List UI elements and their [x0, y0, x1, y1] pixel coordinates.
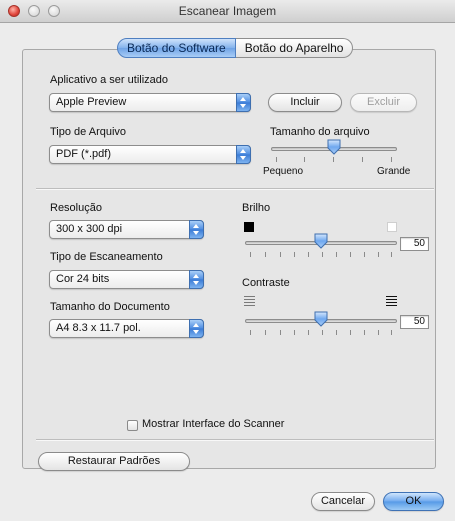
tab-bar: Botão do Software Botão do Aparelho	[117, 38, 354, 58]
tab-software-button[interactable]: Botão do Software	[117, 38, 236, 58]
popup-arrows-icon	[189, 270, 204, 289]
contrast-low-icon	[244, 296, 255, 306]
document-size-label: Tamanho do Documento	[50, 301, 170, 313]
brightness-dark-icon	[244, 222, 254, 232]
contrast-slider-ticks	[245, 330, 397, 335]
popup-arrows-icon	[189, 220, 204, 239]
file-size-max-label: Grande	[377, 166, 411, 177]
brightness-slider-ticks	[245, 252, 397, 257]
section-divider	[36, 439, 434, 441]
brightness-slider-knob[interactable]	[314, 233, 328, 249]
application-select-value: Apple Preview	[56, 96, 127, 108]
file-size-slider-ticks	[271, 157, 397, 162]
brightness-label: Brilho	[242, 202, 271, 214]
resolution-label: Resolução	[50, 202, 102, 214]
file-size-min-label: Pequeno	[263, 166, 304, 177]
resolution-select-value: 300 x 300 dpi	[56, 223, 123, 235]
file-type-label: Tipo de Arquivo	[50, 126, 127, 138]
scan-type-label: Tipo de Escaneamento	[50, 251, 163, 263]
title-bar: Escanear Imagem	[0, 0, 455, 23]
brightness-value-field[interactable]: 50	[400, 237, 429, 251]
file-size-slider-knob[interactable]	[327, 139, 341, 155]
ok-button[interactable]: OK	[383, 492, 444, 511]
include-button[interactable]: Incluir	[268, 93, 342, 112]
cancel-button[interactable]: Cancelar	[311, 492, 375, 511]
scan-type-select-value: Cor 24 bits	[56, 273, 110, 285]
contrast-label: Contraste	[242, 277, 290, 289]
application-select[interactable]: Apple Preview	[49, 93, 251, 112]
popup-arrows-icon	[236, 145, 251, 164]
document-size-select[interactable]: A4 8.3 x 11.7 pol.	[49, 319, 204, 338]
application-label: Aplicativo a ser utilizado	[50, 74, 169, 86]
popup-arrows-icon	[189, 319, 204, 338]
show-scanner-interface-checkbox[interactable]	[127, 420, 138, 431]
scan-type-select[interactable]: Cor 24 bits	[49, 270, 204, 289]
restore-defaults-button[interactable]: Restaurar Padrões	[38, 452, 190, 471]
contrast-high-icon	[386, 296, 397, 306]
tab-device-button[interactable]: Botão do Aparelho	[235, 38, 354, 58]
brightness-light-icon	[387, 222, 397, 232]
popup-arrows-icon	[236, 93, 251, 112]
window-title: Escanear Imagem	[178, 4, 277, 18]
exclude-button[interactable]: Excluir	[350, 93, 417, 112]
document-size-select-value: A4 8.3 x 11.7 pol.	[56, 322, 141, 334]
contrast-slider-knob[interactable]	[314, 311, 328, 327]
show-scanner-interface-label[interactable]: Mostrar Interface do Scanner	[142, 418, 284, 430]
contrast-value-field[interactable]: 50	[400, 315, 429, 329]
file-size-label: Tamanho do arquivo	[270, 126, 370, 138]
file-type-select[interactable]: PDF (*.pdf)	[49, 145, 251, 164]
section-divider	[36, 188, 434, 190]
resolution-select[interactable]: 300 x 300 dpi	[49, 220, 204, 239]
file-type-select-value: PDF (*.pdf)	[56, 148, 112, 160]
